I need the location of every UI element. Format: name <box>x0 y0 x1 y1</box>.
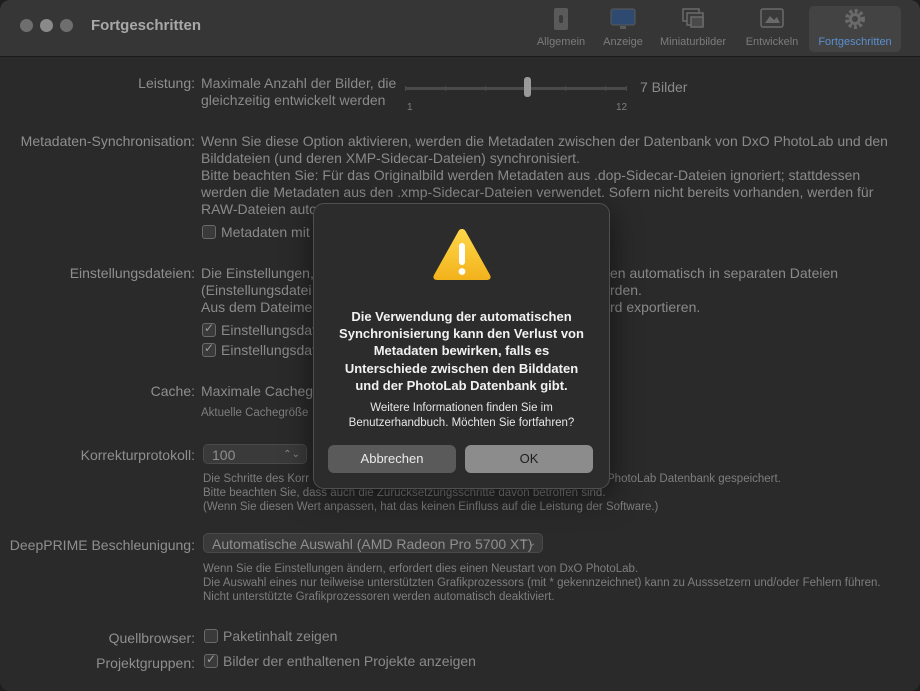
gear-icon <box>845 9 865 29</box>
metadaten-line-2: Bilddateien (und deren XMP-Sidecar-Datei… <box>201 150 580 166</box>
dialog-title: Die Verwendung der automatischen Synchro… <box>329 308 594 394</box>
slider-tick <box>565 86 566 91</box>
window-title: Fortgeschritten <box>91 17 202 34</box>
sync-warning-dialog: Die Verwendung der automatischen Synchro… <box>313 203 610 489</box>
tab-miniaturbilder[interactable]: Miniaturbilder <box>655 6 731 52</box>
tab-fortgeschritten-label: Fortgeschritten <box>818 36 892 48</box>
cache-line-2: Aktuelle Cachegröße <box>201 407 309 419</box>
metadaten-checkbox-label: Metadaten mit <box>221 224 310 240</box>
korrektur-line-1b: PhotoLab Datenbank gespeichert. <box>607 473 781 485</box>
ok-button[interactable]: OK <box>465 445 593 473</box>
einstellung-line-1a: Die Einstellungen, <box>201 265 314 281</box>
tab-allgemein[interactable]: Allgemein <box>530 6 592 52</box>
korrektur-line-3: (Wenn Sie diesen Wert anpassen, hat das … <box>203 501 659 513</box>
preferences-window: Fortgeschritten Allgemein Anzeige Miniat… <box>0 0 920 691</box>
tab-entwickeln-label: Entwickeln <box>745 36 799 48</box>
display-icon <box>610 8 636 29</box>
korrektur-stepper[interactable]: 100 ⌃⌄ <box>203 444 307 464</box>
slider-tick <box>485 86 486 91</box>
slider-tick <box>626 86 627 91</box>
projektgruppen-label: Projektgruppen: <box>96 655 195 671</box>
korrektur-line-1a: Die Schritte des Korr <box>203 473 310 485</box>
leistung-text-2: gleichzeitig entwickelt werden <box>201 92 386 108</box>
tab-anzeige[interactable]: Anzeige <box>597 6 649 52</box>
einstellung-checkbox-2[interactable] <box>202 341 216 357</box>
dialog-title-line: und der PhotoLab Datenbank gibt. <box>355 377 568 393</box>
slider-tick <box>445 86 446 91</box>
dialog-message-line: Weitere Informationen finden Sie im <box>370 402 553 414</box>
tab-anzeige-label: Anzeige <box>603 36 643 48</box>
cancel-button[interactable]: Abbrechen <box>328 445 456 473</box>
dialog-title-line: Synchronisierung kann den Verlust von <box>339 326 584 342</box>
tab-fortgeschritten[interactable]: Fortgeschritten <box>809 6 901 52</box>
projektgruppen-checkbox-label: Bilder der enthaltenen Projekte anzeigen <box>223 653 476 669</box>
korrektur-label: Korrekturprotokoll: <box>80 447 195 463</box>
dialog-title-line: Die Verwendung der automatischen <box>351 309 572 324</box>
slider-tick <box>405 86 406 91</box>
tab-miniaturbilder-label: Miniaturbilder <box>659 36 727 48</box>
einstellung-line-2a: (Einstellungsdatei <box>201 282 312 298</box>
leistung-slider-track[interactable] <box>405 87 627 90</box>
phone-switch-icon <box>554 8 568 30</box>
deepprime-line-2: Die Auswahl eines nur teilweise unterstü… <box>203 577 881 589</box>
zoom-window-button[interactable] <box>60 19 73 32</box>
quellbrowser-checkbox-label: Paketinhalt zeigen <box>223 628 338 644</box>
slider-tick <box>605 86 606 91</box>
deepprime-select[interactable]: Automatische Auswahl (AMD Radeon Pro 570… <box>203 533 543 553</box>
dialog-title-line: Unterschiede zwischen den Bilddaten <box>344 360 579 376</box>
deepprime-line-1: Wenn Sie die Einstellungen ändern, erfor… <box>203 563 639 575</box>
metadaten-line-1: Wenn Sie diese Option aktivieren, werden… <box>201 133 888 149</box>
leistung-slider-knob[interactable] <box>524 77 531 97</box>
einstellung-label: Einstellungsdateien: <box>69 265 195 281</box>
leistung-text-1: Maximale Anzahl der Bilder, die <box>201 75 397 91</box>
metadaten-line-4: werden die Metadaten aus den .xmp-Sideca… <box>201 184 874 200</box>
title-bar: Fortgeschritten Allgemein Anzeige Miniat… <box>0 0 920 57</box>
dialog-title-line: Metadaten bewirken, falls es <box>373 343 550 359</box>
quellbrowser-label: Quellbrowser: <box>108 630 195 646</box>
tab-entwickeln[interactable]: Entwickeln <box>740 6 804 52</box>
chevron-updown-icon: ⌃⌄ <box>519 538 536 549</box>
quellbrowser-checkbox[interactable] <box>204 629 218 643</box>
chevron-updown-icon: ⌃⌄ <box>283 449 300 460</box>
warning-icon <box>433 229 491 280</box>
deepprime-label: DeepPRIME Beschleunigung: <box>9 537 195 553</box>
metadaten-line-5: RAW-Dateien auto <box>201 201 317 217</box>
korrektur-value: 100 <box>212 447 236 463</box>
einstellung-line-3b: rd exportieren. <box>610 299 701 315</box>
einstellung-checkbox-1-label: Einstellungsdat <box>221 322 316 338</box>
einstellung-checkbox-1[interactable] <box>202 321 216 337</box>
dialog-message-line: Benutzerhandbuch. Möchten Sie fortfahren… <box>348 416 575 429</box>
tab-allgemein-label: Allgemein <box>536 36 586 48</box>
deepprime-line-3: Nicht unterstützte Grafikprozessoren wer… <box>203 591 555 603</box>
projektgruppen-checkbox[interactable] <box>204 652 218 668</box>
thumbnails-icon <box>682 8 704 28</box>
einstellung-line-3a: Aus dem Dateimen <box>201 299 321 315</box>
leistung-min-label: 1 <box>407 102 413 113</box>
leistung-max-label: 12 <box>616 102 628 113</box>
cache-line-1: Maximale Cachegr <box>201 383 318 399</box>
dialog-message: Weitere Informationen finden Sie im Benu… <box>329 401 594 430</box>
einstellung-line-1b: en automatisch in separaten Dateien <box>610 265 839 281</box>
metadaten-label: Metadaten-Synchronisation: <box>20 133 195 149</box>
metadaten-checkbox[interactable] <box>202 225 216 239</box>
leistung-value: 7 Bilder <box>640 79 688 95</box>
develop-icon <box>760 8 784 28</box>
leistung-label: Leistung: <box>138 75 195 91</box>
metadaten-line-3: Bitte beachten Sie: Für das Originalbild… <box>201 167 861 183</box>
close-window-button[interactable] <box>20 19 33 32</box>
einstellung-line-2b: rden. <box>610 282 642 298</box>
cache-label: Cache: <box>150 383 195 399</box>
deepprime-value: Automatische Auswahl (AMD Radeon Pro 570… <box>212 536 533 552</box>
einstellung-checkbox-2-label: Einstellungsdat <box>221 342 316 358</box>
minimize-window-button[interactable] <box>40 19 53 32</box>
